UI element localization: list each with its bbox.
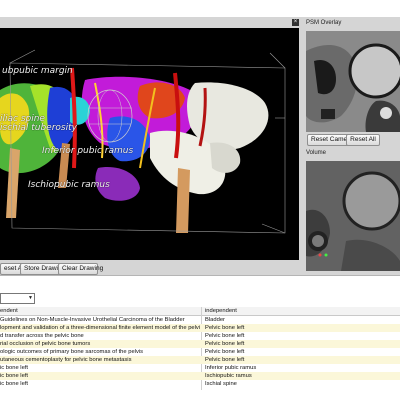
- cell-independent: Bladder: [205, 317, 225, 323]
- cell-independent: Inferior pubic ramus: [205, 365, 257, 371]
- table-row[interactable]: ologic outcomes of primary bone sarcomas…: [0, 348, 400, 356]
- cell-dependent: d transfer across the pelvic bone: [0, 333, 84, 339]
- cell-independent: Ischial spine: [205, 381, 237, 387]
- pelvis-render: [0, 49, 286, 234]
- cell-dependent: Guidelines on Non-Muscle-Invasive Urothe…: [0, 317, 185, 323]
- table-row[interactable]: ic bone left Ischiopubic ramus: [0, 372, 400, 380]
- clear-drawing-button[interactable]: Clear Drawing: [58, 263, 103, 275]
- table-header-row: endent independent: [0, 307, 400, 316]
- label-ischial-tuberosity: ischial tuberosity: [0, 123, 77, 133]
- cell-independent: Pelvic bone left: [205, 357, 245, 363]
- psm-ct-image: [306, 31, 400, 132]
- store-drawing-button[interactable]: Store Drawing: [20, 263, 65, 275]
- cell-dependent: ic bone left: [0, 373, 29, 379]
- table-row[interactable]: utaneous cementoplasty for pelvic bone m…: [0, 356, 400, 364]
- 3d-viewport[interactable]: ubpubic margin iliac spine ischial tuber…: [0, 28, 299, 260]
- cell-independent: Pelvic bone left: [205, 341, 245, 347]
- volume-ct-image: [306, 161, 400, 271]
- label-subpubic-margin: ubpubic margin: [2, 66, 73, 76]
- close-icon[interactable]: ×: [292, 19, 299, 26]
- psm-reset-all-button[interactable]: Reset All: [346, 134, 380, 146]
- cell-independent: Pelvic bone left: [205, 349, 245, 355]
- cell-independent: Pelvic bone left: [205, 333, 245, 339]
- cell-dependent: lopment and validation of a three-dimens…: [0, 325, 200, 331]
- top-strip: [0, 0, 400, 18]
- cell-dependent: rial occlusion of pelvic bone tumors: [0, 341, 91, 347]
- volume-view[interactable]: [306, 161, 400, 271]
- psm-overlay-view[interactable]: [306, 31, 400, 132]
- psm-overlay-title: PSM Overlay: [306, 20, 342, 26]
- reset-camera-button[interactable]: Reset Camera: [307, 134, 353, 146]
- table-row[interactable]: d transfer across the pelvic bone Pelvic…: [0, 332, 400, 340]
- table-row[interactable]: ic bone left Inferior pubic ramus: [0, 364, 400, 372]
- cell-dependent: ic bone left: [0, 381, 29, 387]
- table-row[interactable]: lopment and validation of a three-dimens…: [0, 324, 400, 332]
- cell-independent: Ischiopubic ramus: [205, 373, 252, 379]
- cell-dependent: utaneous cementoplasty for pelvic bone m…: [0, 357, 132, 363]
- cell-independent: Pelvic bone left: [205, 325, 245, 331]
- volume-title: Volume: [306, 150, 327, 156]
- table-row[interactable]: ic bone left Ischial spine: [0, 380, 400, 388]
- cell-dependent: ic bone left: [0, 365, 29, 371]
- column-header-independent[interactable]: independent: [203, 307, 400, 315]
- cell-dependent: ologic outcomes of primary bone sarcomas…: [0, 349, 144, 355]
- label-inferior-pubic-ramus: Inferior pubic ramus: [42, 146, 134, 156]
- column-header-dependent[interactable]: endent: [0, 307, 200, 315]
- chevron-down-icon: ▼: [28, 295, 33, 301]
- table-row[interactable]: Guidelines on Non-Muscle-Invasive Urothe…: [0, 316, 400, 324]
- label-ischiopubic-ramus: Ischiopubic ramus: [28, 180, 110, 190]
- table-row[interactable]: rial occlusion of pelvic bone tumors Pel…: [0, 340, 400, 348]
- filter-dropdown[interactable]: ▼: [0, 293, 35, 304]
